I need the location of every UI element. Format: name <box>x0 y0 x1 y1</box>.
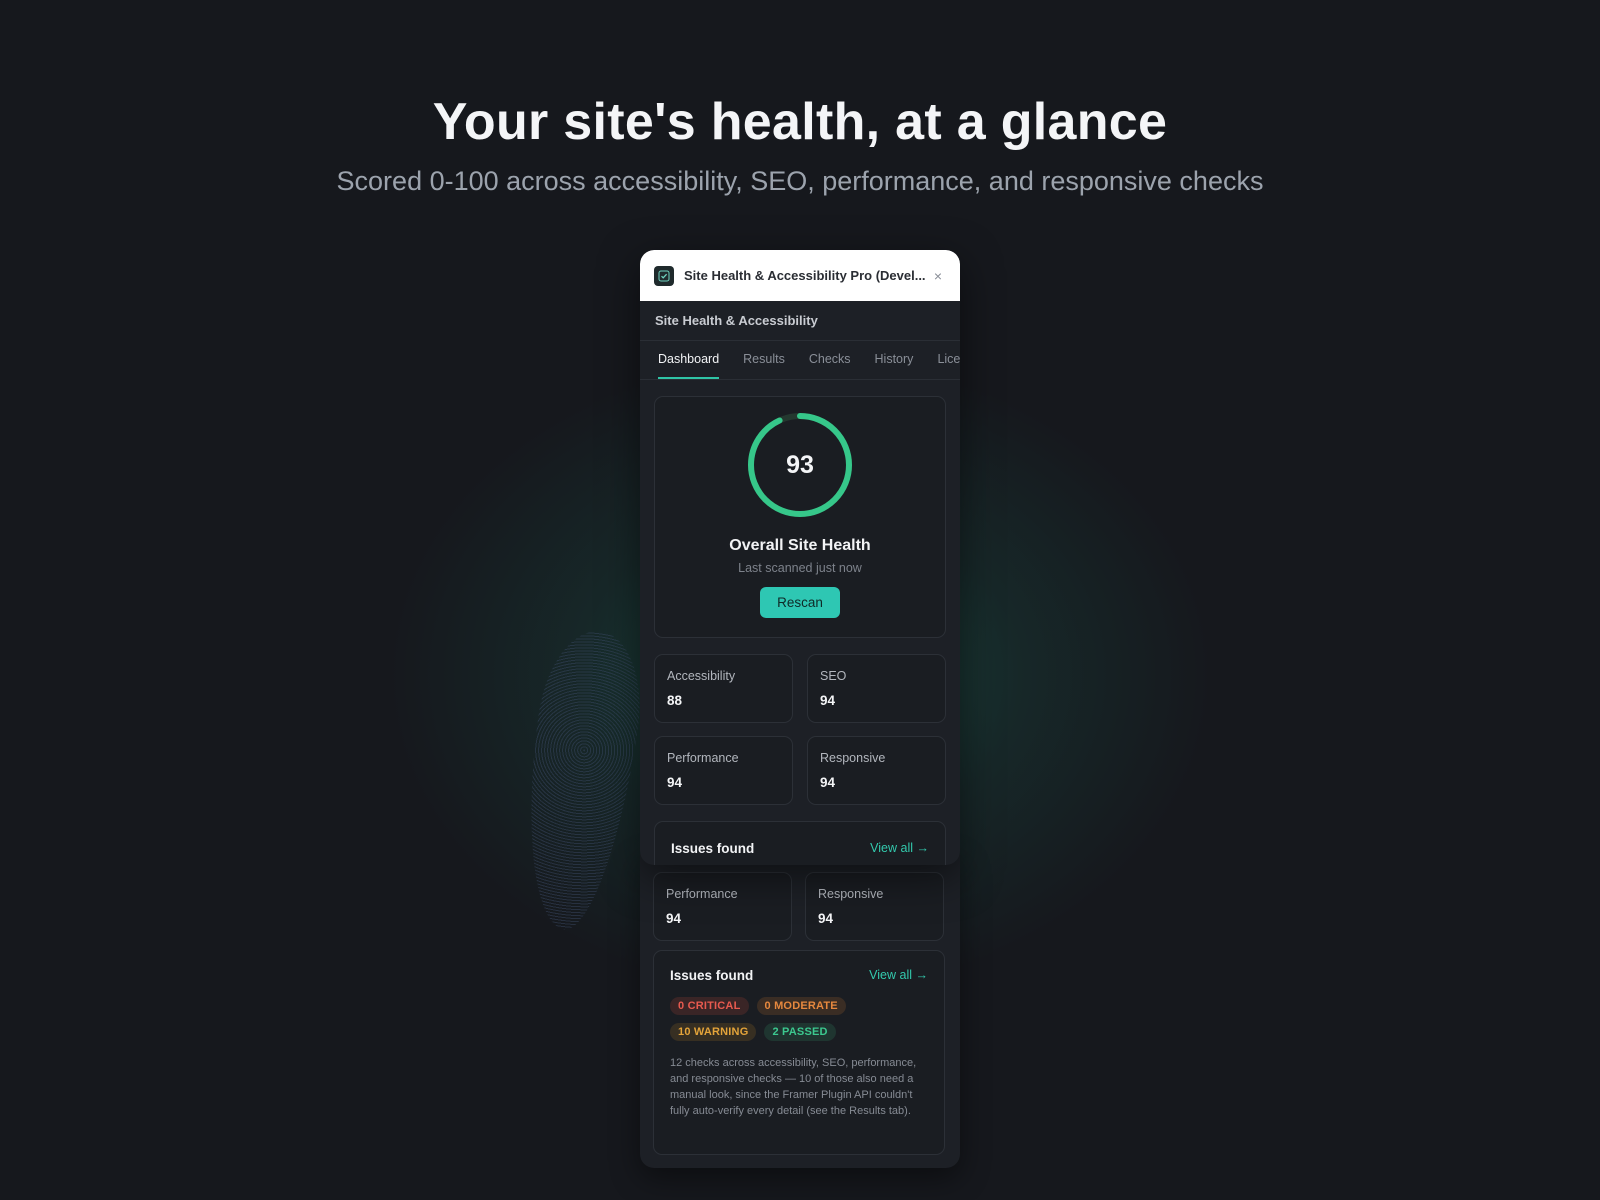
tab-license[interactable]: Licen <box>937 341 960 379</box>
last-scanned-text: Last scanned just now <box>738 561 862 575</box>
metric-card-responsive-lower: Responsive 94 <box>805 872 944 941</box>
view-all-link[interactable]: View all → <box>870 841 929 865</box>
metric-value: 94 <box>818 911 834 926</box>
critical-badge: 0 CRITICAL <box>670 997 749 1015</box>
check-shield-icon <box>654 265 674 286</box>
passed-badge: 2 PASSED <box>764 1023 836 1041</box>
tab-checks[interactable]: Checks <box>809 341 851 379</box>
rescan-button[interactable]: Rescan <box>760 587 840 618</box>
warning-badge: 10 WARNING <box>670 1023 757 1041</box>
tab-dashboard[interactable]: Dashboard <box>658 341 720 379</box>
tab-history[interactable]: History <box>875 341 914 379</box>
issues-title: Issues found <box>670 968 754 983</box>
metric-card-accessibility: Accessibility 88 <box>654 654 793 723</box>
overall-score-value: 93 <box>786 450 814 479</box>
metric-label: Performance <box>666 887 738 901</box>
metric-label: Responsive <box>820 751 886 765</box>
metric-card-performance-lower: Performance 94 <box>653 872 792 941</box>
metric-value: 94 <box>820 693 836 708</box>
hero-title: Your site's health, at a glance <box>432 93 1168 151</box>
metric-value: 94 <box>667 775 683 790</box>
metric-label: SEO <box>820 669 847 683</box>
window-title: Site Health & Accessibility Pro (Devel..… <box>684 268 926 283</box>
score-ring: 93 <box>746 411 854 519</box>
metric-card-seo: SEO 94 <box>807 654 946 723</box>
issues-card-header: Issues found View all → <box>654 821 946 865</box>
tab-bar: Dashboard Results Checks History Licen <box>640 341 960 380</box>
metric-value: 94 <box>666 911 682 926</box>
overall-score-card: 93 Overall Site Health Last scanned just… <box>654 396 946 638</box>
metric-card-performance: Performance 94 <box>654 736 793 805</box>
metric-label: Performance <box>667 751 739 765</box>
view-all-link[interactable]: View all → <box>869 968 928 983</box>
hero-subtitle: Scored 0-100 across accessibility, SEO, … <box>336 166 1264 196</box>
metric-card-responsive: Responsive 94 <box>807 736 946 805</box>
moderate-badge: 0 MODERATE <box>756 997 846 1015</box>
issue-badges: 0 CRITICAL 0 MODERATE 10 WARNING 2 PASSE… <box>670 997 870 1041</box>
overall-score-title: Overall Site Health <box>729 537 871 554</box>
issues-card: Issues found View all → 0 CRITICAL 0 MOD… <box>653 950 945 1155</box>
issues-title: Issues found <box>671 841 755 856</box>
tab-results[interactable]: Results <box>743 341 785 379</box>
window-titlebar: Site Health & Accessibility Pro (Devel..… <box>640 250 960 301</box>
metric-value: 88 <box>667 693 683 708</box>
plugin-window: Site Health & Accessibility Pro (Devel..… <box>640 250 960 865</box>
metric-label: Responsive <box>818 887 884 901</box>
plugin-header: Site Health & Accessibility <box>640 301 960 341</box>
close-icon[interactable]: × <box>930 268 946 284</box>
issues-description: 12 checks across accessibility, SEO, per… <box>670 1057 917 1117</box>
metric-label: Accessibility <box>667 669 736 683</box>
metric-value: 94 <box>820 775 836 790</box>
